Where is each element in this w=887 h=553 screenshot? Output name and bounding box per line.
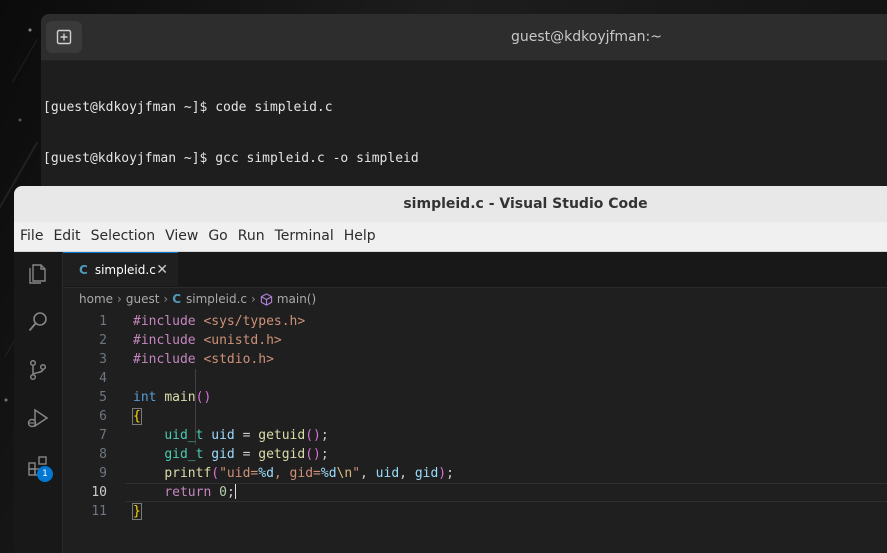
terminal-line: [guest@kdkoyjfman ~]$ gcc simpleid.c -o … — [43, 150, 887, 167]
tab-label: simpleid.c — [94, 262, 156, 277]
code-editor[interactable]: 1 #include <sys/types.h> 2 #include <unistd… — [63, 312, 887, 521]
terminal-header[interactable]: guest@kdkoyjfman:~ — [41, 14, 887, 61]
code-text: gid_t gid = getgid(); — [164, 447, 329, 462]
workbench: 1 C simpleid.c ✕ home › guest › C simple… — [14, 252, 887, 553]
menu-terminal[interactable]: Terminal — [271, 222, 340, 251]
explorer-icon[interactable] — [26, 262, 50, 286]
line-number: 10 — [91, 485, 107, 500]
menu-file[interactable]: File — [16, 222, 49, 251]
code-line[interactable]: 11} — [63, 502, 887, 521]
vscode-window[interactable]: simpleid.c - Visual Studio Code File Edi… — [14, 186, 887, 553]
background-streak — [12, 38, 38, 83]
line-number: 2 — [99, 333, 107, 348]
prompt: [guest@kdkoyjfman ~]$ — [43, 151, 216, 166]
code-line[interactable]: 2 #include <unistd.h> — [63, 331, 887, 350]
line-number: 1 — [99, 314, 107, 329]
text-cursor — [234, 484, 236, 499]
line-number: 6 — [99, 409, 107, 424]
terminal-output[interactable]: [guest@kdkoyjfman ~]$ code simpleid.c [g… — [41, 61, 887, 194]
code-line[interactable]: 5 int main() — [63, 388, 887, 407]
breadcrumb-symbol[interactable]: main() — [277, 292, 316, 306]
chevron-right-icon: › — [163, 292, 169, 306]
extensions-badge: 1 — [37, 466, 53, 482]
prompt: [guest@kdkoyjfman ~]$ — [43, 100, 216, 115]
menu-go[interactable]: Go — [204, 222, 233, 251]
chevron-right-icon: › — [117, 292, 122, 306]
menu-edit[interactable]: Edit — [49, 222, 86, 251]
menu-help[interactable]: Help — [340, 222, 382, 251]
code-text: printf("uid=%d, gid=%d\n", uid, gid); — [164, 466, 454, 481]
menu-run[interactable]: Run — [234, 222, 271, 251]
tab-simpleid-c[interactable]: C simpleid.c ✕ — [63, 252, 178, 286]
search-icon[interactable] — [26, 310, 50, 334]
code-line[interactable]: 10 return 0; — [63, 483, 887, 502]
line-number: 11 — [91, 504, 107, 519]
breadcrumb-home[interactable]: home — [79, 292, 113, 306]
breadcrumb-guest[interactable]: guest — [126, 292, 160, 306]
menu-bar: File Edit Selection View Go Run Terminal… — [14, 222, 887, 252]
command: code simpleid.c — [215, 100, 333, 115]
run-debug-icon[interactable] — [26, 406, 50, 430]
menu-selection[interactable]: Selection — [87, 222, 162, 251]
terminal-line: [guest@kdkoyjfman ~]$ code simpleid.c — [43, 99, 887, 116]
function-cube-icon — [260, 292, 272, 306]
breadcrumb: home › guest › C simpleid.c › main() — [63, 288, 887, 310]
close-icon[interactable]: ✕ — [156, 262, 168, 278]
line-number: 7 — [99, 428, 107, 443]
code-text: #include <sys/types.h> — [133, 314, 306, 329]
line-number: 3 — [99, 352, 107, 367]
code-text: } — [132, 503, 142, 520]
code-line[interactable]: 7 uid_t uid = getuid(); — [63, 426, 887, 445]
line-number: 5 — [99, 390, 107, 405]
activity-bar: 1 — [14, 252, 63, 553]
command: gcc simpleid.c -o simpleid — [215, 151, 419, 166]
source-control-icon[interactable] — [26, 358, 50, 382]
code-text: #include <stdio.h> — [133, 352, 274, 367]
tab-bar: C simpleid.c ✕ — [63, 252, 887, 288]
breadcrumb-file[interactable]: simpleid.c — [186, 292, 247, 306]
code-text: return 0; — [164, 484, 236, 500]
c-language-icon: C — [79, 262, 88, 277]
terminal-window[interactable]: guest@kdkoyjfman:~ [guest@kdkoyjfman ~]$… — [41, 14, 887, 194]
code-line[interactable]: 8 gid_t gid = getgid(); — [63, 445, 887, 464]
code-line[interactable]: 6{ — [63, 407, 887, 426]
terminal-title: guest@kdkoyjfman:~ — [511, 29, 662, 45]
code-line[interactable]: 9 printf("uid=%d, gid=%d\n", uid, gid); — [63, 464, 887, 483]
vscode-title: simpleid.c - Visual Studio Code — [14, 186, 887, 222]
editor-area[interactable]: C simpleid.c ✕ home › guest › C simpleid… — [63, 252, 887, 553]
code-text: uid_t uid = getuid(); — [164, 428, 329, 443]
c-language-icon: C — [172, 292, 182, 306]
line-number: 9 — [99, 466, 107, 481]
line-number: 8 — [99, 447, 107, 462]
code-line[interactable]: 4 — [63, 369, 887, 388]
code-text: int main() — [133, 390, 212, 405]
code-text: { — [132, 408, 142, 425]
chevron-right-icon: › — [251, 292, 256, 306]
menu-view[interactable]: View — [161, 222, 204, 251]
line-number: 4 — [99, 371, 107, 386]
code-line[interactable]: 3 #include <stdio.h> — [63, 350, 887, 369]
code-text: #include <unistd.h> — [133, 333, 282, 348]
code-line[interactable]: 1 #include <sys/types.h> — [63, 312, 887, 331]
